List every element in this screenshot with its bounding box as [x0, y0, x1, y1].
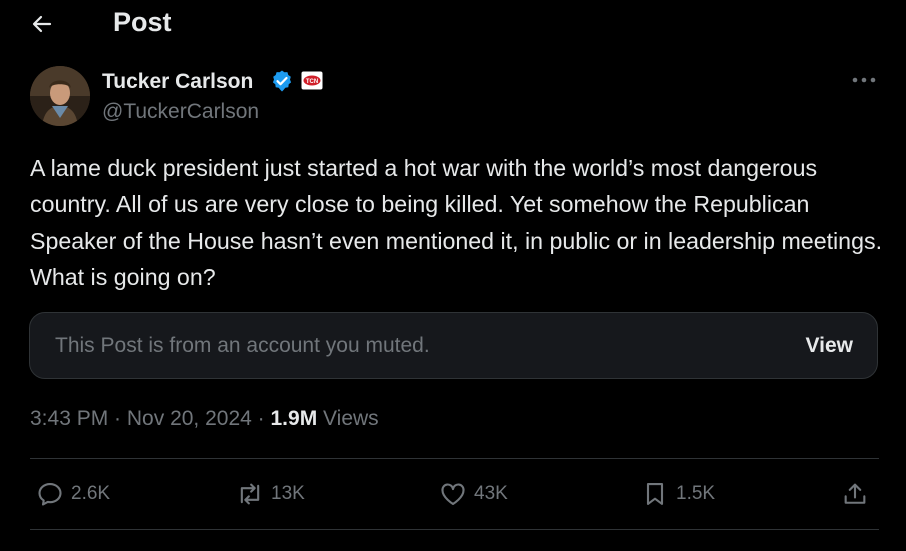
- post-date[interactable]: Nov 20, 2024: [127, 407, 252, 430]
- view-button[interactable]: View: [806, 333, 853, 359]
- reply-button[interactable]: 2.6K: [36, 478, 110, 510]
- repost-button[interactable]: 13K: [236, 478, 305, 510]
- bookmark-count: 1.5K: [676, 483, 716, 504]
- muted-notice: This Post is from an account you muted. …: [29, 312, 878, 379]
- post-meta: 3:43 PM · Nov 20, 2024 · 1.9M Views: [30, 406, 379, 432]
- views-count: 1.9M: [270, 407, 318, 430]
- avatar-image: [30, 66, 90, 126]
- top-bar: Post: [0, 0, 906, 48]
- affiliate-badge-icon[interactable]: TCN: [301, 71, 323, 90]
- meta-separator: ·: [251, 407, 271, 430]
- back-button[interactable]: [24, 6, 60, 42]
- divider: [30, 458, 879, 459]
- views-label: Views: [323, 407, 379, 430]
- repost-count: 13K: [271, 483, 305, 504]
- meta-separator: ·: [108, 407, 127, 430]
- bookmark-icon: [646, 483, 664, 505]
- avatar[interactable]: [30, 66, 90, 126]
- reply-count: 2.6K: [71, 483, 111, 504]
- arrow-left-icon: [32, 15, 52, 33]
- heart-icon: [441, 483, 465, 505]
- verified-badge-icon: [272, 70, 292, 92]
- post-time[interactable]: 3:43 PM: [30, 407, 108, 430]
- divider: [30, 529, 879, 530]
- like-count: 43K: [474, 483, 508, 504]
- like-button[interactable]: 43K: [439, 478, 508, 510]
- repost-icon: [240, 483, 260, 505]
- post-text: A lame duck president just started a hot…: [30, 155, 883, 291]
- bookmark-button[interactable]: 1.5K: [641, 478, 715, 510]
- page-title: Post: [113, 7, 172, 37]
- affiliate-badge-text: TCN: [306, 79, 318, 85]
- share-icon: [844, 483, 866, 504]
- muted-notice-text: This Post is from an account you muted.: [55, 334, 430, 357]
- author-handle[interactable]: @TuckerCarlson: [102, 99, 259, 125]
- reply-icon: [38, 483, 62, 506]
- more-horizontal-icon: [852, 77, 876, 83]
- author-name[interactable]: Tucker Carlson: [102, 69, 253, 95]
- share-button[interactable]: [841, 478, 869, 510]
- more-options-button[interactable]: [848, 66, 880, 94]
